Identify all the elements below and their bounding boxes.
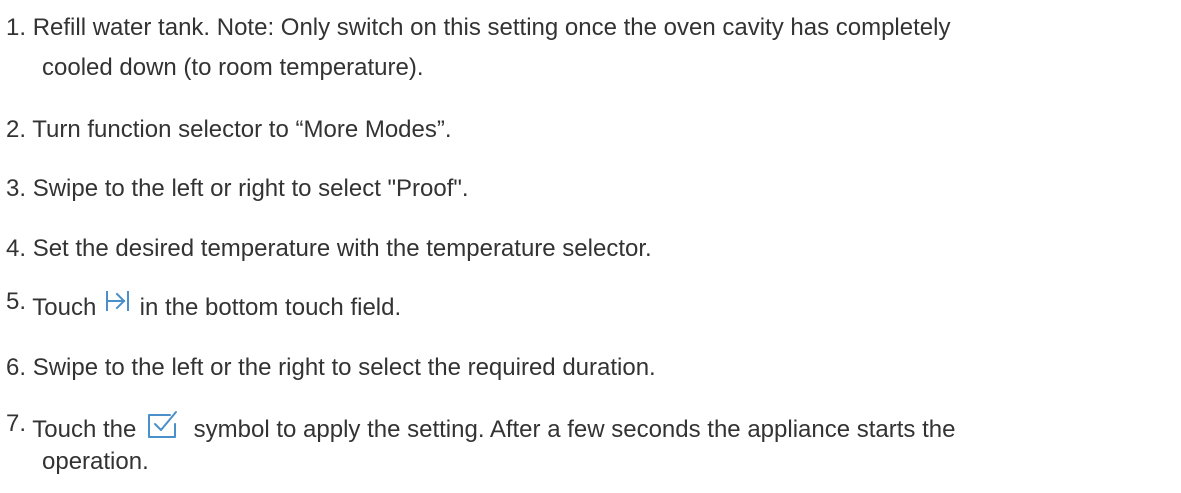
step-number: 6. xyxy=(6,354,27,381)
step-text-continuation: cooled down (to room temperature). xyxy=(42,54,424,81)
step-text: Turn function selector to “More Modes”. xyxy=(32,116,452,143)
step-3: 3. Swipe to the left or right to select … xyxy=(6,171,1176,207)
step-text-before-icon: Touch xyxy=(32,294,97,321)
step-text: Swipe to the left or the right to select… xyxy=(32,354,656,381)
step-text-after-icon: symbol to apply the setting. After a few… xyxy=(193,416,956,443)
step-4: 4. Set the desired temperature with the … xyxy=(6,231,1176,267)
step-number: 4. xyxy=(6,235,27,262)
step-1: 1. Refill water tank. Note: Only switch … xyxy=(6,10,1176,86)
step-number: 1. xyxy=(6,14,27,41)
checkbox-checked-icon xyxy=(147,409,179,439)
step-text-continuation: operation. xyxy=(42,448,149,475)
step-number: 7. xyxy=(6,410,27,437)
step-text: Refill water tank. Note: Only switch on … xyxy=(32,14,951,41)
step-7: 7. Touch the symbol to apply the setting… xyxy=(6,409,1176,480)
step-number: 2. xyxy=(6,116,27,143)
step-text-after-icon: in the bottom touch field. xyxy=(139,294,402,321)
step-number: 3. xyxy=(6,175,27,202)
skip-to-end-icon xyxy=(105,290,131,312)
step-text-before-icon: Touch the xyxy=(32,416,137,443)
step-text: Set the desired temperature with the tem… xyxy=(32,235,652,262)
step-text: Swipe to the left or right to select "Pr… xyxy=(32,175,469,202)
step-2: 2. Turn function selector to “More Modes… xyxy=(6,112,1176,148)
step-number: 5. xyxy=(6,288,27,315)
step-5: 5. Touch in the bottom touch field. xyxy=(6,288,1176,326)
step-6: 6. Swipe to the left or the right to sel… xyxy=(6,350,1176,386)
